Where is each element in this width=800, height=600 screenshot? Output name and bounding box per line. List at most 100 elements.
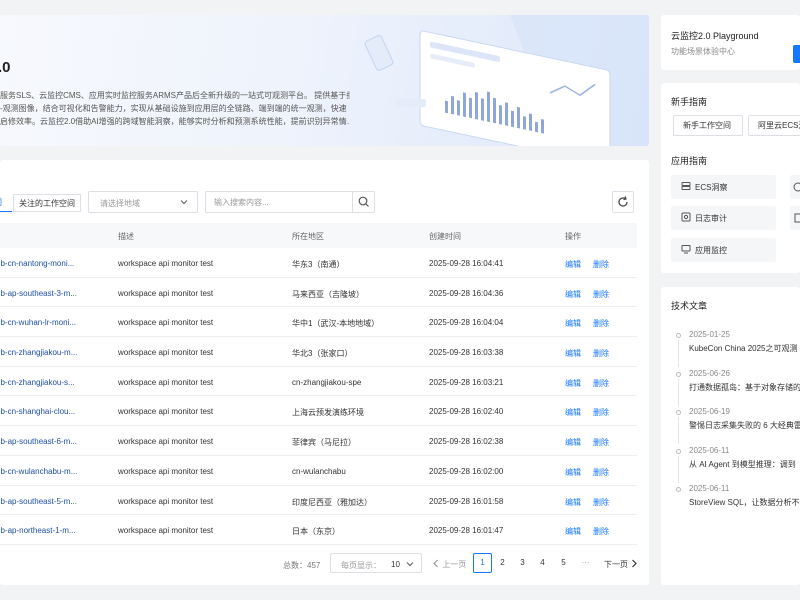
workspace-name-link[interactable]: ub-cn-zhangjiakou-s... [0,378,82,387]
article-title[interactable]: KubeCon China 2025之可观测 C [689,343,800,354]
article-item[interactable]: 2025-06-11 StoreView SQL，让数据分析不受 [676,482,800,521]
article-item[interactable]: 2025-06-19 警惕日志采集失败的 6 大经典雷 [676,405,800,444]
page-4-button[interactable]: 4 [533,553,552,573]
tab-followed-workspaces[interactable]: 关注的工作空间 [13,194,81,212]
page-size-select[interactable]: 每页显示： 10 [330,553,422,573]
edit-link[interactable]: 编辑 [565,318,581,329]
page-5-button[interactable]: 5 [554,553,573,573]
workspace-name-link[interactable]: ub-ap-southeast-5-m... [0,497,82,506]
refresh-button[interactable] [612,191,634,213]
article-title[interactable]: StoreView SQL，让数据分析不受 [689,497,800,508]
article-date: 2025-06-11 [689,445,730,455]
workspace-name-link[interactable]: ub-cn-wuhan-lr-moni... [0,318,82,327]
table-row: ub-cn-shanghai-clou... workspace api mon… [0,396,637,427]
region-select[interactable]: 请选择地域 [88,191,198,213]
edit-link[interactable]: 编辑 [565,259,581,270]
workspace-created-time: 2025-09-28 16:04:36 [429,288,504,298]
search-button[interactable] [352,192,374,212]
delete-link[interactable]: 删除 [593,407,609,418]
search-icon [358,196,369,207]
delete-link[interactable]: 删除 [593,526,609,537]
prev-page-button[interactable]: 上一页 [432,559,466,570]
workspace-name-link[interactable]: ub-cn-shanghai-clou... [0,407,82,416]
edit-link[interactable]: 编辑 [565,289,581,300]
workspace-region: 华北3（张家口） [292,349,353,359]
delete-link[interactable]: 删除 [593,437,609,448]
edit-link[interactable]: 编辑 [565,407,581,418]
workspace-name-link[interactable]: ub-ap-northeast-1-m... [0,526,82,535]
edit-link[interactable]: 编辑 [565,467,581,478]
app-label: ECS洞察 [695,183,728,192]
workspace-region: 上海云预发演练环境 [292,408,364,418]
prev-page-label: 上一页 [442,560,467,569]
banner-description: 服务SLS、云监控CMS、应用实时监控服务ARMS产品后全新升级的一站式可观测平… [0,89,350,128]
ecs-guide-button[interactable]: 阿里云ECS洞 [748,115,800,136]
page-size-value: 10 [391,560,400,569]
article-item[interactable]: 2025-06-26 打通数据孤岛：基于对象存储的 [676,367,800,406]
beginner-workspace-button[interactable]: 新手工作空间 [673,115,743,136]
workspace-description: workspace api monitor test [118,496,214,506]
app-label: 日志审计 [695,214,727,223]
playground-card[interactable]: 云监控2.0 Playground 功能场景体验中心 [661,15,800,70]
delete-link[interactable]: 删除 [593,318,609,329]
workspace-description: workspace api monitor test [118,318,214,328]
pagination-ellipsis[interactable]: ··· [576,553,595,573]
workspace-name-link[interactable]: ub-cn-zhangjiakou-m... [0,348,82,357]
workspace-description: workspace api monitor test [118,288,214,298]
edit-link[interactable]: 编辑 [565,437,581,448]
article-item[interactable]: 2025-06-11 从 AI Agent 到模型推理：调到 [676,444,800,483]
delete-link[interactable]: 删除 [593,497,609,508]
table-row: ub-ap-northeast-1-m... workspace api mon… [0,515,637,545]
edit-link[interactable]: 编辑 [565,526,581,537]
timeline-line [678,378,679,406]
chevron-left-icon [433,559,438,568]
app-application-monitoring[interactable]: 应用监控 [671,238,776,262]
delete-link[interactable]: 删除 [593,289,609,300]
playground-enter-button[interactable] [793,45,800,63]
page-3-button[interactable]: 3 [513,553,532,573]
workspace-created-time: 2025-09-28 16:02:38 [429,437,504,447]
app-more-1[interactable] [790,175,800,199]
workspace-region: 菲律宾（马尼拉） [292,438,356,448]
delete-link[interactable]: 删除 [593,378,609,389]
workspace-name-link[interactable]: ub-ap-southeast-6-m... [0,437,82,446]
app-guide-title: 应用指南 [671,156,708,166]
delete-link[interactable]: 删除 [593,467,609,478]
edit-link[interactable]: 编辑 [565,497,581,508]
page-size-label: 每页显示： [341,561,381,570]
workspace-created-time: 2025-09-28 16:03:38 [429,348,504,358]
app-label: 应用监控 [695,246,727,255]
table-row: ub-ap-southeast-5-m... workspace api mon… [0,486,637,516]
timeline-dot [676,410,681,415]
workspace-name-link[interactable]: ub-cn-wulanchabu-m... [0,467,82,476]
next-page-button[interactable]: 下一页 [604,559,638,570]
article-item[interactable]: 2025-01-25 KubeCon China 2025之可观测 C [676,328,800,367]
workspace-name-link[interactable]: ub-cn-nantong-moni... [0,259,82,268]
article-title[interactable]: 从 AI Agent 到模型推理：调到 [689,459,800,470]
workspace-region: 华中1（武汉-本地地域） [292,319,380,329]
tab-all-workspaces[interactable]: 间 [0,194,12,212]
app-ecs-insight[interactable]: ECS洞察 [671,175,776,199]
delete-link[interactable]: 删除 [593,348,609,359]
delete-link[interactable]: 删除 [593,259,609,270]
banner-desc-line: -观测图像，结合可视化和告警能力，实现从基础设施到应用层的全链路、端到端的统一观… [0,104,347,113]
chevron-right-icon [632,559,638,568]
workspace-region: 日本（东京） [292,527,340,537]
pagination-total: 总数：457 [283,561,321,570]
app-log-audit[interactable]: 日志审计 [671,206,776,230]
workspace-region: cn-zhangjiakou-spe [292,377,362,387]
app-more-2[interactable] [790,206,800,230]
article-title[interactable]: 打通数据孤岛：基于对象存储的 [689,382,800,393]
workspace-name-link[interactable]: ub-ap-southeast-3-m... [0,289,82,298]
edit-link[interactable]: 编辑 [565,348,581,359]
timeline-line [678,417,679,444]
edit-link[interactable]: 编辑 [565,378,581,389]
page-2-button[interactable]: 2 [493,553,512,573]
search-input[interactable] [214,195,349,210]
tech-articles-title: 技术文章 [671,301,708,311]
page-1-button[interactable]: 1 [473,553,492,573]
article-title[interactable]: 警惕日志采集失败的 6 大经典雷 [689,420,800,431]
next-page-label: 下一页 [604,560,628,569]
header-description: 描述 [118,232,134,241]
monitor-icon [681,245,691,254]
